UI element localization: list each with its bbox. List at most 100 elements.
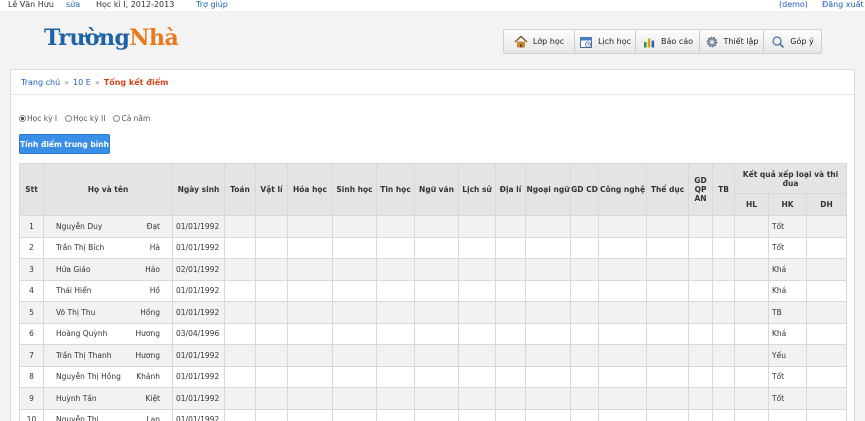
cell-dob: 02/01/1992: [172, 258, 225, 281]
cell-score: [598, 236, 647, 259]
cell-score: [458, 387, 496, 410]
cell-score: [525, 322, 571, 345]
cell-score: [570, 322, 599, 345]
cell-score: [712, 365, 735, 388]
radio-ca-nam[interactable]: Cả năm: [113, 114, 150, 123]
header-subject: Công nghệ: [598, 163, 647, 216]
radio-dot[interactable]: [113, 115, 121, 122]
cell-last-name: Hoàng Quỳnh: [56, 329, 108, 339]
cell-score: [414, 365, 459, 388]
cell-score: [525, 387, 571, 410]
cell-score: [255, 387, 288, 410]
cell-score: [458, 215, 496, 238]
cell-score: [224, 258, 256, 281]
cell-score: [570, 258, 599, 281]
header-name: Họ và tên: [43, 163, 173, 216]
cell-score: [688, 387, 713, 410]
cell-score: [224, 301, 256, 324]
header-subject: GD QP AN: [688, 163, 713, 216]
logo-part-1: Trường: [44, 25, 130, 51]
header-subject: Hóa học: [287, 163, 333, 216]
cell-dh: [806, 344, 847, 367]
cell-score: [376, 387, 415, 410]
cell-score: [646, 408, 689, 421]
nav-bao-cao[interactable]: Báo cáo: [636, 30, 700, 53]
cell-score: [376, 215, 415, 238]
cell-score: [525, 258, 571, 281]
cell-score: [414, 279, 459, 302]
help-link[interactable]: Trợ giúp: [196, 0, 228, 10]
cell-score: [525, 279, 571, 302]
radio-hoc-ky-2[interactable]: Học kỳ II: [65, 114, 105, 123]
cell-name: Trần Thị Bích Hà: [43, 236, 173, 259]
header-subject: Địa lí: [495, 163, 526, 216]
cell-dh: [806, 322, 847, 345]
cell-score: [570, 408, 599, 421]
header-subject: Sinh học: [332, 163, 377, 216]
cell-score: [376, 301, 415, 324]
main-panel: Trang chủ» 10 E» Tổng kết điểm Học kỳ I Họ…: [10, 69, 855, 421]
cell-score: [688, 279, 713, 302]
logo[interactable]: TrườngNhà: [44, 25, 179, 51]
cell-dh: [806, 387, 847, 410]
cell-hk: Yếu: [768, 344, 807, 367]
edit-profile-link[interactable]: sửa: [66, 0, 80, 10]
cell-score: [712, 344, 735, 367]
cell-score: [495, 301, 526, 324]
term-label: Học kì I, 2012-2013: [96, 0, 175, 9]
calendar-icon: [579, 36, 592, 48]
header-hl: HL: [734, 193, 769, 216]
cell-dob: 01/01/1992: [172, 344, 225, 367]
user-name: Lê Văn Hưu: [8, 0, 54, 9]
nav-thiet-lap[interactable]: Thiết lập: [700, 30, 764, 53]
cell-score: [495, 365, 526, 388]
breadcrumb-home[interactable]: Trang chủ: [21, 78, 60, 87]
cell-stt: 2: [19, 236, 44, 259]
cell-dh: [806, 365, 847, 388]
cell-score: [598, 344, 647, 367]
cell-hl: [734, 322, 769, 345]
cell-name: Hoàng Quỳnh Hương: [43, 322, 173, 345]
cell-stt: 8: [19, 365, 44, 388]
nav-label: Lịch học: [597, 37, 632, 46]
demo-link[interactable]: (demo): [779, 0, 808, 10]
cell-stt: 1: [19, 215, 44, 238]
cell-last-name: Nguyễn Duy: [56, 221, 103, 231]
cell-score: [712, 301, 735, 324]
cell-score: [332, 322, 377, 345]
nav-lop-hoc[interactable]: Lớp học: [504, 30, 575, 53]
cell-name: Nguyễn Thị Lan: [43, 408, 173, 421]
cell-dob: 01/01/1992: [172, 279, 225, 302]
cell-score: [224, 322, 256, 345]
logout-link[interactable]: Đăng xuất: [822, 0, 864, 10]
cell-hk: Tốt: [768, 387, 807, 410]
table-row: 8 Nguyễn Thị Hồng Khánh 01/01/1992 Tốt: [19, 365, 847, 388]
radio-dot[interactable]: [19, 115, 26, 122]
cell-score: [287, 258, 333, 281]
calculate-average-button[interactable]: Tính điểm trung bình: [19, 134, 110, 154]
cell-score: [646, 236, 689, 259]
header-subject: Toán: [224, 163, 256, 216]
cell-hk: Tốt: [768, 365, 807, 388]
radio-dot[interactable]: [65, 115, 73, 122]
cell-score: [712, 322, 735, 345]
cell-name: Trần Thị Thanh Hương: [43, 344, 173, 367]
nav-lich-hoc[interactable]: Lịch học: [575, 30, 636, 53]
breadcrumb-class[interactable]: 10 E: [73, 78, 91, 87]
breadcrumb-separator: »: [94, 78, 100, 87]
cell-score: [646, 279, 689, 302]
cell-name: Nguyễn Duy Đạt: [43, 215, 173, 238]
cell-score: [458, 279, 496, 302]
cell-name: Thái Hiển Hồ: [43, 279, 173, 302]
cell-score: [688, 344, 713, 367]
cell-score: [414, 258, 459, 281]
nav-gop-y[interactable]: Góp ý: [764, 30, 821, 53]
radio-hoc-ky-1[interactable]: Học kỳ I: [19, 114, 57, 123]
header-stt: Stt: [19, 163, 44, 216]
cell-score: [646, 387, 689, 410]
cell-score: [495, 387, 526, 410]
cell-first-name: Lan: [146, 415, 160, 421]
cell-hl: [734, 215, 769, 238]
cell-first-name: Hồng: [140, 307, 160, 317]
cell-score: [646, 322, 689, 345]
